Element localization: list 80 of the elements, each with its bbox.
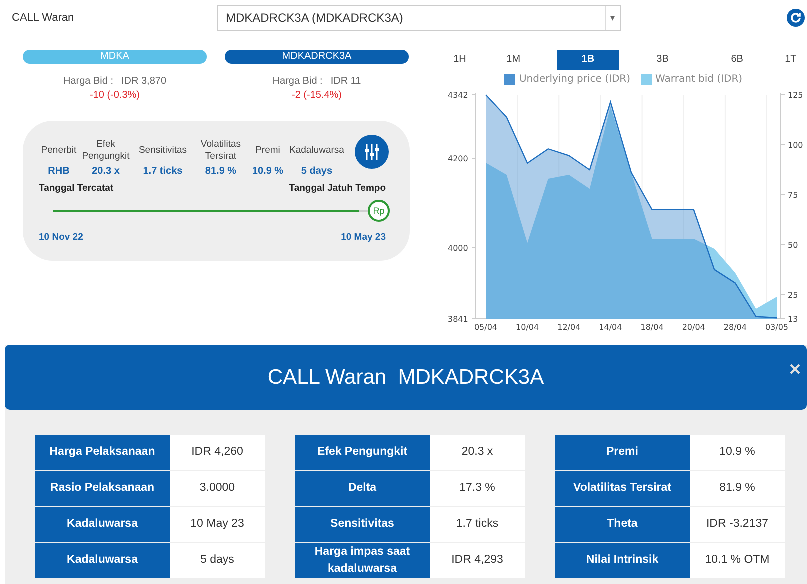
refresh-icon[interactable] [787,9,805,27]
period-tab[interactable]: 1T [780,50,801,70]
axis-label: 14/04 [599,323,622,332]
axis-label: 18/04 [640,323,664,332]
stat-value: RHB [48,166,70,177]
detail-value: 10.9 % [690,435,785,470]
timeline-marker: Rp [368,200,390,222]
axis-label: 3841 [448,315,468,324]
stat-label: Sensitivitas [138,144,188,158]
axis-label: 13 [788,315,798,324]
maturity-date: 10 May 23 [341,232,386,243]
page-label: CALL Waran [12,12,76,24]
detail-label: Sensitivitas [295,507,430,542]
maturity-date-label: Tanggal Jatuh Tempo [289,183,386,194]
close-button[interactable]: × [789,359,801,382]
detail-label: Volatilitas Tersirat [555,471,690,506]
stat-label: Kadaluwarsa [290,144,344,158]
detail-value: IDR 4,260 [170,435,265,470]
axis-label: 25 [788,291,798,300]
period-tab[interactable]: 1B [557,50,620,70]
axis-label: 4200 [448,154,468,164]
detail-value: 3.0000 [170,471,265,506]
stat-value: 1.7 ticks [143,166,183,177]
stat-label: Volatilitas Tersirat [200,138,242,164]
settings-button[interactable] [355,135,389,169]
stat-label: Penerbit [41,144,77,158]
detail-value: 81.9 % [690,471,785,506]
stat-value: 81.9 % [205,166,237,177]
warrant-dropdown[interactable]: MDKADRCK3A (MDKADRCK3A) ▾ [217,5,621,31]
detail-label: Nilai Intrinsik [555,543,690,578]
axis-label: 4342 [448,91,468,100]
axis-label: 10/04 [516,323,540,332]
axis-label: 28/04 [724,323,747,332]
legend-label: Warrant bid (IDR) [656,74,743,85]
stat-label: Premi [256,144,280,158]
stat-value: 10.9 % [252,166,284,177]
detail-label: Delta [295,471,430,506]
axis-label: 03/05 [765,323,789,332]
bid-price: IDR 3,870 [122,76,167,87]
axis-label: 05/04 [474,323,498,332]
detail-label: Premi [555,435,690,470]
detail-value: 5 days [170,543,265,578]
price-change: -2 (-15.4%) [292,90,342,101]
stat-value: 20.3 x [92,166,120,177]
legend-label: Underlying price (IDR) [519,74,631,85]
detail-label: Rasio Pelaksanaan [35,471,170,506]
detail-label: Kadaluwarsa [35,543,170,578]
period-tab[interactable]: 6B [706,50,768,70]
detail-label: Theta [555,507,690,542]
period-tab[interactable]: 1H [450,50,470,70]
detail-label: Efek Pengungkit [295,435,430,470]
detail-value: 10 May 23 [170,507,265,542]
detail-value: 10.1 % OTM [690,543,785,578]
detail-label: Harga impas saat kadaluwarsa [295,543,430,578]
price-change: -10 (-0.3%) [90,90,140,101]
detail-value: 17.3 % [430,471,525,506]
axis-label: 20/04 [682,323,706,332]
axis-label: 75 [788,191,798,200]
listing-date: 10 Nov 22 [39,232,84,243]
axis-label: 50 [788,241,798,250]
detail-value: IDR -3.2137 [690,507,785,542]
period-tab[interactable]: 3B [632,50,694,70]
axis-label: 100 [788,141,804,150]
axis-label: 12/04 [558,323,581,332]
axis-label: 4000 [448,244,468,253]
detail-value: 1.7 ticks [430,507,525,542]
axis-label: 125 [788,91,804,100]
detail-label: Kadaluwarsa [35,507,170,542]
detail-value: 20.3 x [430,435,525,470]
modal-title: CALL Waran MDKADRCK3A [268,366,544,390]
detail-value: IDR 4,293 [430,543,525,578]
detail-label: Harga Pelaksanaan [35,435,170,470]
listing-date-label: Tanggal Tercatat [39,183,114,194]
sliders-icon [363,143,381,161]
bid-label: Harga Bid : [272,76,323,87]
stat-value: 5 days [301,166,333,177]
bid-label: Harga Bid : [63,76,114,87]
period-tab[interactable]: 1M [482,50,545,70]
bid-price: IDR 11 [330,76,362,87]
stat-label: Efek Pengungkit [81,138,131,164]
